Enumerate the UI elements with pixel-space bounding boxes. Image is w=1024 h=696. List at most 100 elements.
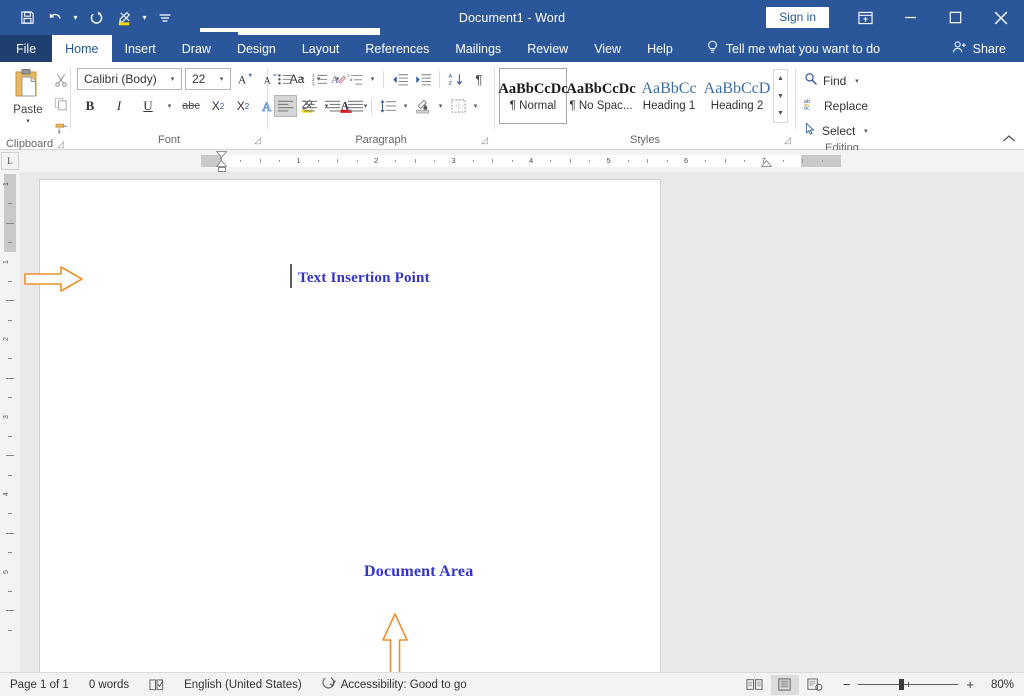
underline-dropdown-icon[interactable]: ▾ [164, 102, 175, 110]
borders-button[interactable] [447, 95, 469, 117]
find-dropdown-icon[interactable]: ▾ [851, 77, 862, 85]
web-layout-view-button[interactable] [801, 675, 829, 695]
grow-font-icon[interactable]: A [234, 68, 256, 90]
chevron-down-icon[interactable]: ▾ [215, 75, 228, 83]
tab-review[interactable]: Review [514, 35, 581, 62]
styles-gallery-scroll[interactable]: ▲ ▼ ▼ [773, 69, 788, 123]
align-right-button[interactable] [321, 95, 343, 117]
style-normal[interactable]: AaBbCcDc ¶ Normal [498, 68, 568, 124]
document-canvas[interactable]: Text Insertion Point Document Area [20, 172, 1024, 672]
print-layout-view-button[interactable] [770, 674, 799, 695]
numbering-dropdown-icon[interactable]: ▾ [332, 75, 343, 83]
page-indicator[interactable]: Page 1 of 1 [0, 673, 79, 696]
text-highlight-icon[interactable] [111, 5, 137, 31]
tab-view[interactable]: View [581, 35, 634, 62]
tab-selector-button[interactable]: L [1, 152, 19, 170]
tab-mailings[interactable]: Mailings [442, 35, 514, 62]
shading-dropdown-icon[interactable]: ▾ [435, 102, 446, 110]
read-mode-view-button[interactable] [741, 675, 769, 695]
select-button[interactable]: Select ▾ [796, 120, 871, 141]
align-center-button[interactable] [298, 95, 320, 117]
style-heading-1[interactable]: AaBbCс Heading 1 [635, 68, 703, 124]
zoom-control[interactable]: − + [831, 678, 982, 691]
paragraph-dialog-launcher-icon[interactable]: ◿ [481, 133, 488, 148]
tab-insert[interactable]: Insert [112, 35, 169, 62]
tab-references[interactable]: References [352, 35, 442, 62]
borders-dropdown-icon[interactable]: ▾ [470, 102, 481, 110]
sort-button[interactable]: AZ [445, 68, 467, 90]
justify-button[interactable] [344, 95, 366, 117]
find-button[interactable]: Find ▾ [796, 70, 862, 91]
tab-layout[interactable]: Layout [289, 35, 353, 62]
close-button[interactable] [978, 0, 1024, 35]
font-name-combo[interactable]: Calibri (Body) ▾ [77, 68, 182, 90]
styles-scroll-down-icon[interactable]: ▼ [774, 88, 787, 105]
accessibility-indicator[interactable]: Accessibility: Good to go [312, 673, 477, 696]
language-indicator[interactable]: English (United States) [174, 673, 312, 696]
sign-in-button[interactable]: Sign in [766, 6, 829, 29]
line-spacing-button[interactable] [377, 95, 399, 117]
zoom-level-label[interactable]: 80% [984, 679, 1014, 691]
proofing-errors-icon[interactable] [139, 673, 174, 696]
styles-more-icon[interactable]: ▼ [774, 105, 787, 122]
minimize-button[interactable] [888, 0, 933, 35]
bullets-dropdown-icon[interactable]: ▾ [297, 75, 308, 83]
customize-quick-access-icon[interactable] [152, 5, 178, 31]
tab-file[interactable]: File [0, 35, 53, 62]
font-dialog-launcher-icon[interactable]: ◿ [254, 133, 261, 148]
paste-button[interactable]: Paste ▾ [6, 66, 50, 137]
ruler-indent-marker[interactable] [216, 151, 227, 158]
bullets-button[interactable] [274, 68, 296, 90]
bold-button[interactable]: B [77, 95, 103, 117]
undo-icon[interactable] [42, 5, 68, 31]
tab-draw[interactable]: Draw [169, 35, 224, 62]
font-size-combo[interactable]: 22 ▾ [185, 68, 231, 90]
strikethrough-button[interactable]: abc [178, 95, 204, 117]
subscript-button[interactable]: X2 [207, 95, 229, 117]
shading-button[interactable] [412, 95, 434, 117]
save-icon[interactable] [14, 5, 40, 31]
tab-design[interactable]: Design [224, 35, 289, 62]
numbering-button[interactable]: 123 [309, 68, 331, 90]
tell-me-search[interactable]: Tell me what you want to do [686, 35, 880, 62]
style-heading-2[interactable]: AaBbCcD Heading 2 [703, 68, 771, 124]
undo-dropdown-icon[interactable]: ▾ [70, 5, 81, 31]
document-page[interactable]: Text Insertion Point Document Area [24, 180, 660, 672]
tab-home[interactable]: Home [52, 35, 112, 62]
superscript-button[interactable]: X2 [232, 95, 254, 117]
zoom-in-button[interactable]: + [966, 678, 974, 691]
format-painter-button[interactable] [50, 118, 72, 137]
share-button[interactable]: Share [952, 35, 1024, 62]
horizontal-ruler[interactable]: 11234567 [20, 150, 1024, 172]
copy-button[interactable] [50, 94, 72, 113]
vertical-ruler[interactable]: L 1 1 2 3 4 5 [0, 150, 20, 672]
increase-indent-button[interactable] [412, 68, 434, 90]
zoom-slider-thumb[interactable] [899, 679, 905, 690]
paste-dropdown-icon[interactable]: ▾ [23, 117, 34, 125]
chevron-down-icon[interactable]: ▾ [166, 75, 179, 83]
styles-dialog-launcher-icon[interactable]: ◿ [784, 133, 791, 148]
style-no-spacing[interactable]: AaBbCcDc ¶ No Spac... [566, 68, 635, 124]
maximize-button[interactable] [933, 0, 978, 35]
multilevel-dropdown-icon[interactable]: ▾ [367, 75, 378, 83]
styles-scroll-up-icon[interactable]: ▲ [774, 70, 787, 87]
ruler-indent-marker[interactable] [761, 160, 772, 167]
select-dropdown-icon[interactable]: ▾ [860, 127, 871, 135]
ruler-indent-marker[interactable] [216, 160, 227, 167]
line-spacing-dropdown-icon[interactable]: ▾ [400, 102, 411, 110]
multilevel-list-button[interactable]: 1a [344, 68, 366, 90]
replace-button[interactable]: ab ac Replace [796, 95, 868, 116]
highlight-dropdown-icon[interactable]: ▾ [139, 5, 150, 31]
align-left-button[interactable] [274, 95, 297, 117]
ribbon-display-options-icon[interactable] [843, 0, 888, 35]
italic-button[interactable]: I [106, 95, 132, 117]
zoom-slider[interactable] [858, 679, 959, 690]
underline-button[interactable]: U [135, 95, 161, 117]
tab-help[interactable]: Help [634, 35, 686, 62]
cut-button[interactable] [50, 70, 72, 89]
show-formatting-marks-button[interactable]: ¶ [468, 68, 490, 90]
collapse-ribbon-icon[interactable] [1002, 134, 1016, 146]
zoom-out-button[interactable]: − [843, 678, 851, 691]
word-count[interactable]: 0 words [79, 673, 139, 696]
redo-icon[interactable] [83, 5, 109, 31]
